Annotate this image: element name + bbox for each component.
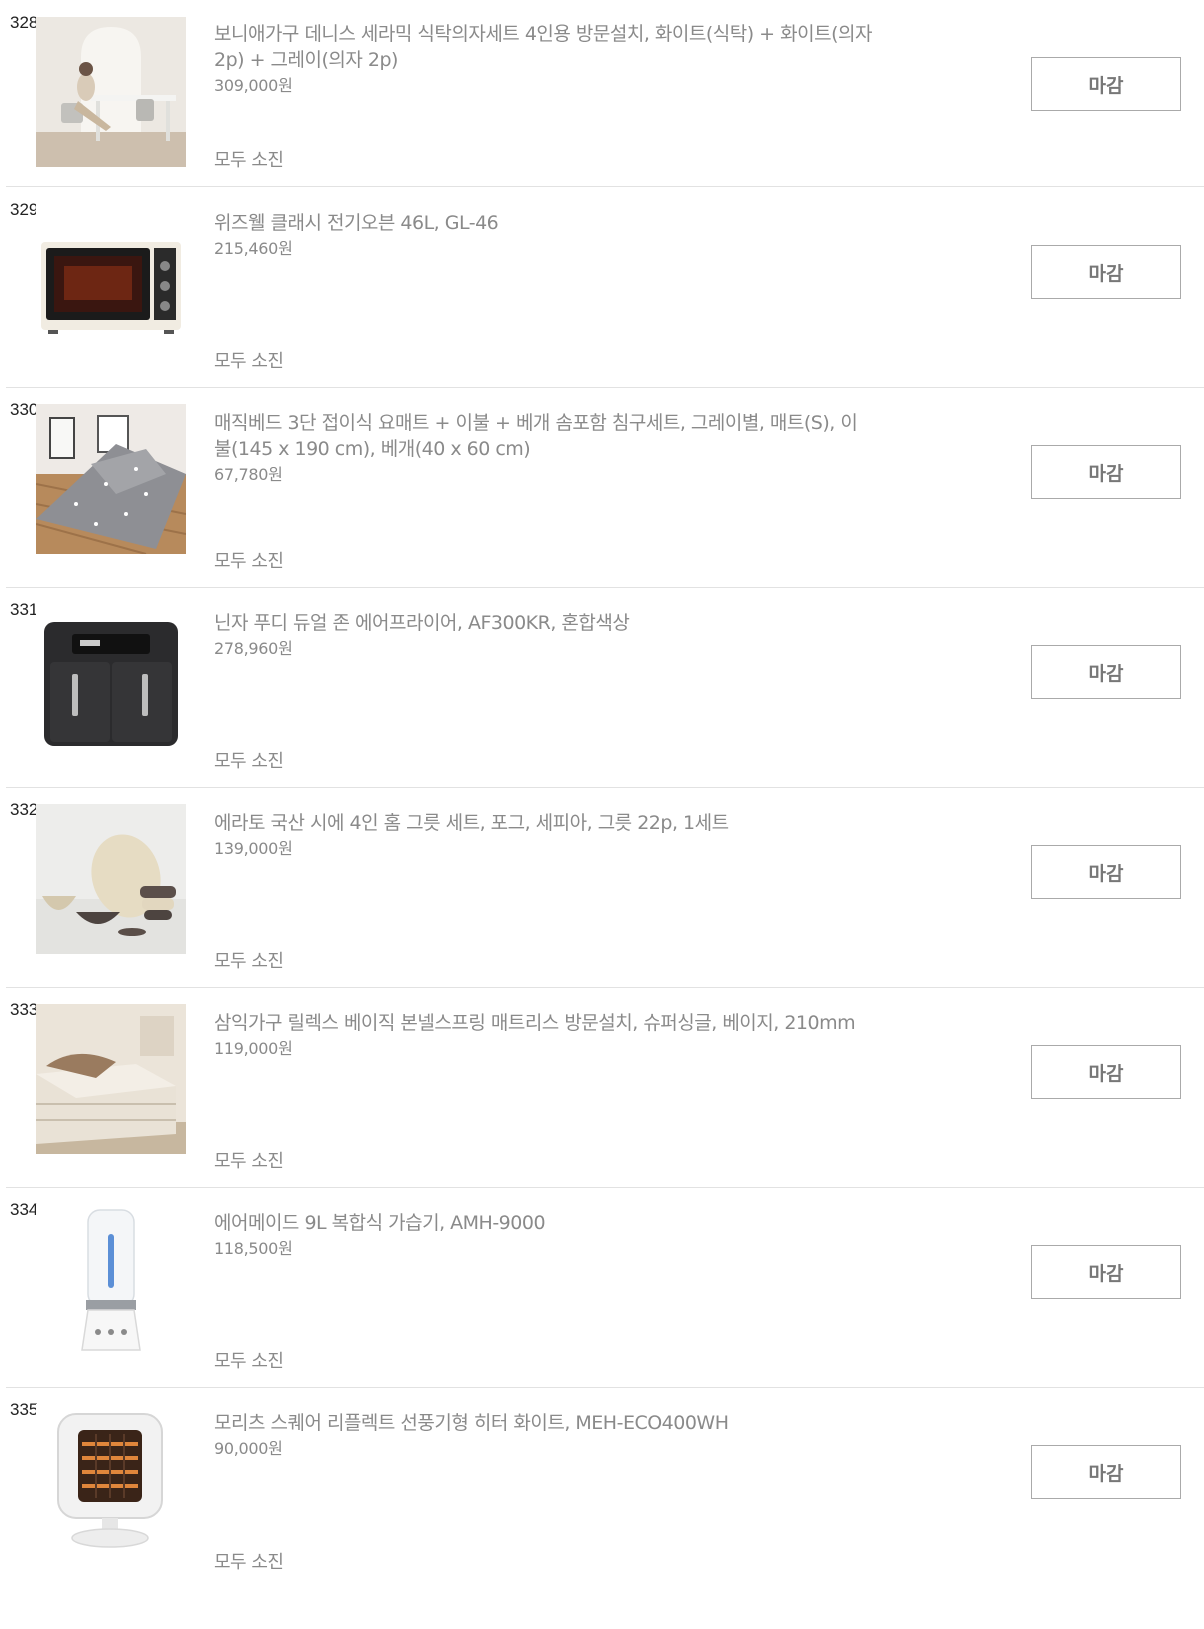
item-title-text[interactable]: 에라토 국산 시에 4인 홈 그릇 세트, 포그, 세피아, 그릇 22p, 1… [214, 812, 729, 834]
item-price: 278,960원 [214, 639, 293, 658]
bedding-set-image[interactable] [36, 404, 186, 554]
item-number: 330 [10, 400, 39, 419]
item-title[interactable]: 에라토 국산 시에 4인 홈 그릇 세트, 포그, 세피아, 그릇 22p, 1… [214, 810, 874, 862]
item-number: 331 [10, 600, 39, 619]
item-title-text[interactable]: 닌자 푸디 듀얼 존 에어프라이어, AF300KR, 혼합색상 [214, 612, 630, 634]
tableware-set-image[interactable] [36, 804, 186, 954]
item-title-text[interactable]: 에어메이드 9L 복합식 가습기, AMH-9000 [214, 1212, 546, 1234]
item-title-text[interactable]: 보니애가구 데니스 세라믹 식탁의자세트 4인용 방문설치, 화이트(식탁) +… [214, 23, 872, 71]
stock-status: 모두 소진 [214, 150, 284, 171]
closed-button[interactable]: 마감 [1031, 1445, 1181, 1499]
electric-oven-image[interactable] [36, 204, 186, 354]
stock-status: 모두 소진 [214, 1351, 284, 1372]
item-number: 333 [10, 1000, 39, 1019]
item-title[interactable]: 에어메이드 9L 복합식 가습기, AMH-9000 118,500원 [214, 1210, 874, 1262]
air-fryer-image[interactable] [36, 604, 186, 754]
list-item: 328 보니애가구 데니스 세라믹 식탁의자세트 4인용 방문설치, 화이트(식… [6, 0, 1204, 187]
item-price: 67,780원 [214, 465, 283, 484]
list-item: 330 매직베드 3단 접이식 요매트 + 이불 + 베개 솜포함 침구세트, … [6, 388, 1204, 588]
list-item: 332 에라토 국산 시에 4인 홈 그릇 세트, 포그, 세피아, 그릇 22… [6, 788, 1204, 988]
item-title-text[interactable]: 삼익가구 릴렉스 베이직 본넬스프링 매트리스 방문설치, 슈퍼싱글, 베이지,… [214, 1012, 856, 1034]
closed-button[interactable]: 마감 [1031, 645, 1181, 699]
list-item: 334 에어메이드 9L 복합식 가습기, AMH-9000 118,500원 … [6, 1188, 1204, 1388]
item-price: 119,000원 [214, 1039, 293, 1058]
item-price: 139,000원 [214, 839, 293, 858]
item-title[interactable]: 매직베드 3단 접이식 요매트 + 이불 + 베개 솜포함 침구세트, 그레이별… [214, 410, 874, 488]
item-title[interactable]: 위즈웰 클래시 전기오븐 46L, GL-46 215,460원 [214, 210, 874, 262]
humidifier-image[interactable] [36, 1204, 186, 1354]
item-number: 334 [10, 1200, 39, 1219]
item-number: 328 [10, 13, 39, 32]
stock-status: 모두 소진 [214, 351, 284, 372]
list-item: 335 모리츠 스퀘어 리플렉트 선풍기형 히터 화이트, MEH-ECO400… [6, 1388, 1204, 1588]
closed-button[interactable]: 마감 [1031, 245, 1181, 299]
closed-button[interactable]: 마감 [1031, 1045, 1181, 1099]
item-number: 335 [10, 1400, 39, 1419]
stock-status: 모두 소진 [214, 951, 284, 972]
item-title-text[interactable]: 매직베드 3단 접이식 요매트 + 이불 + 베개 솜포함 침구세트, 그레이별… [214, 412, 858, 460]
closed-button[interactable]: 마감 [1031, 57, 1181, 111]
item-price: 118,500원 [214, 1239, 293, 1258]
item-title[interactable]: 모리츠 스퀘어 리플렉트 선풍기형 히터 화이트, MEH-ECO400WH 9… [214, 1410, 874, 1462]
closed-button[interactable]: 마감 [1031, 445, 1181, 499]
item-title[interactable]: 닌자 푸디 듀얼 존 에어프라이어, AF300KR, 혼합색상 278,960… [214, 610, 874, 662]
item-title[interactable]: 삼익가구 릴렉스 베이직 본넬스프링 매트리스 방문설치, 슈퍼싱글, 베이지,… [214, 1010, 874, 1062]
item-number: 332 [10, 800, 39, 819]
dining-set-image[interactable] [36, 17, 186, 167]
closed-button[interactable]: 마감 [1031, 845, 1181, 899]
list-item: 329 위즈웰 클래시 전기오븐 46L, GL-46 215,460원 모두 … [6, 188, 1204, 388]
item-title-text[interactable]: 위즈웰 클래시 전기오븐 46L, GL-46 [214, 212, 499, 234]
stock-status: 모두 소진 [214, 1552, 284, 1573]
mattress-image[interactable] [36, 1004, 186, 1154]
item-title-text[interactable]: 모리츠 스퀘어 리플렉트 선풍기형 히터 화이트, MEH-ECO400WH [214, 1412, 729, 1434]
item-price: 215,460원 [214, 239, 293, 258]
item-price: 309,000원 [214, 76, 293, 95]
stock-status: 모두 소진 [214, 1151, 284, 1172]
list-item: 331 닌자 푸디 듀얼 존 에어프라이어, AF300KR, 혼합색상 278… [6, 588, 1204, 788]
heater-image[interactable] [36, 1404, 186, 1554]
item-price: 90,000원 [214, 1439, 283, 1458]
list-item: 333 삼익가구 릴렉스 베이직 본넬스프링 매트리스 방문설치, 슈퍼싱글, … [6, 988, 1204, 1188]
stock-status: 모두 소진 [214, 751, 284, 772]
stock-status: 모두 소진 [214, 551, 284, 572]
closed-button[interactable]: 마감 [1031, 1245, 1181, 1299]
item-number: 329 [10, 200, 39, 219]
item-title[interactable]: 보니애가구 데니스 세라믹 식탁의자세트 4인용 방문설치, 화이트(식탁) +… [214, 21, 874, 99]
